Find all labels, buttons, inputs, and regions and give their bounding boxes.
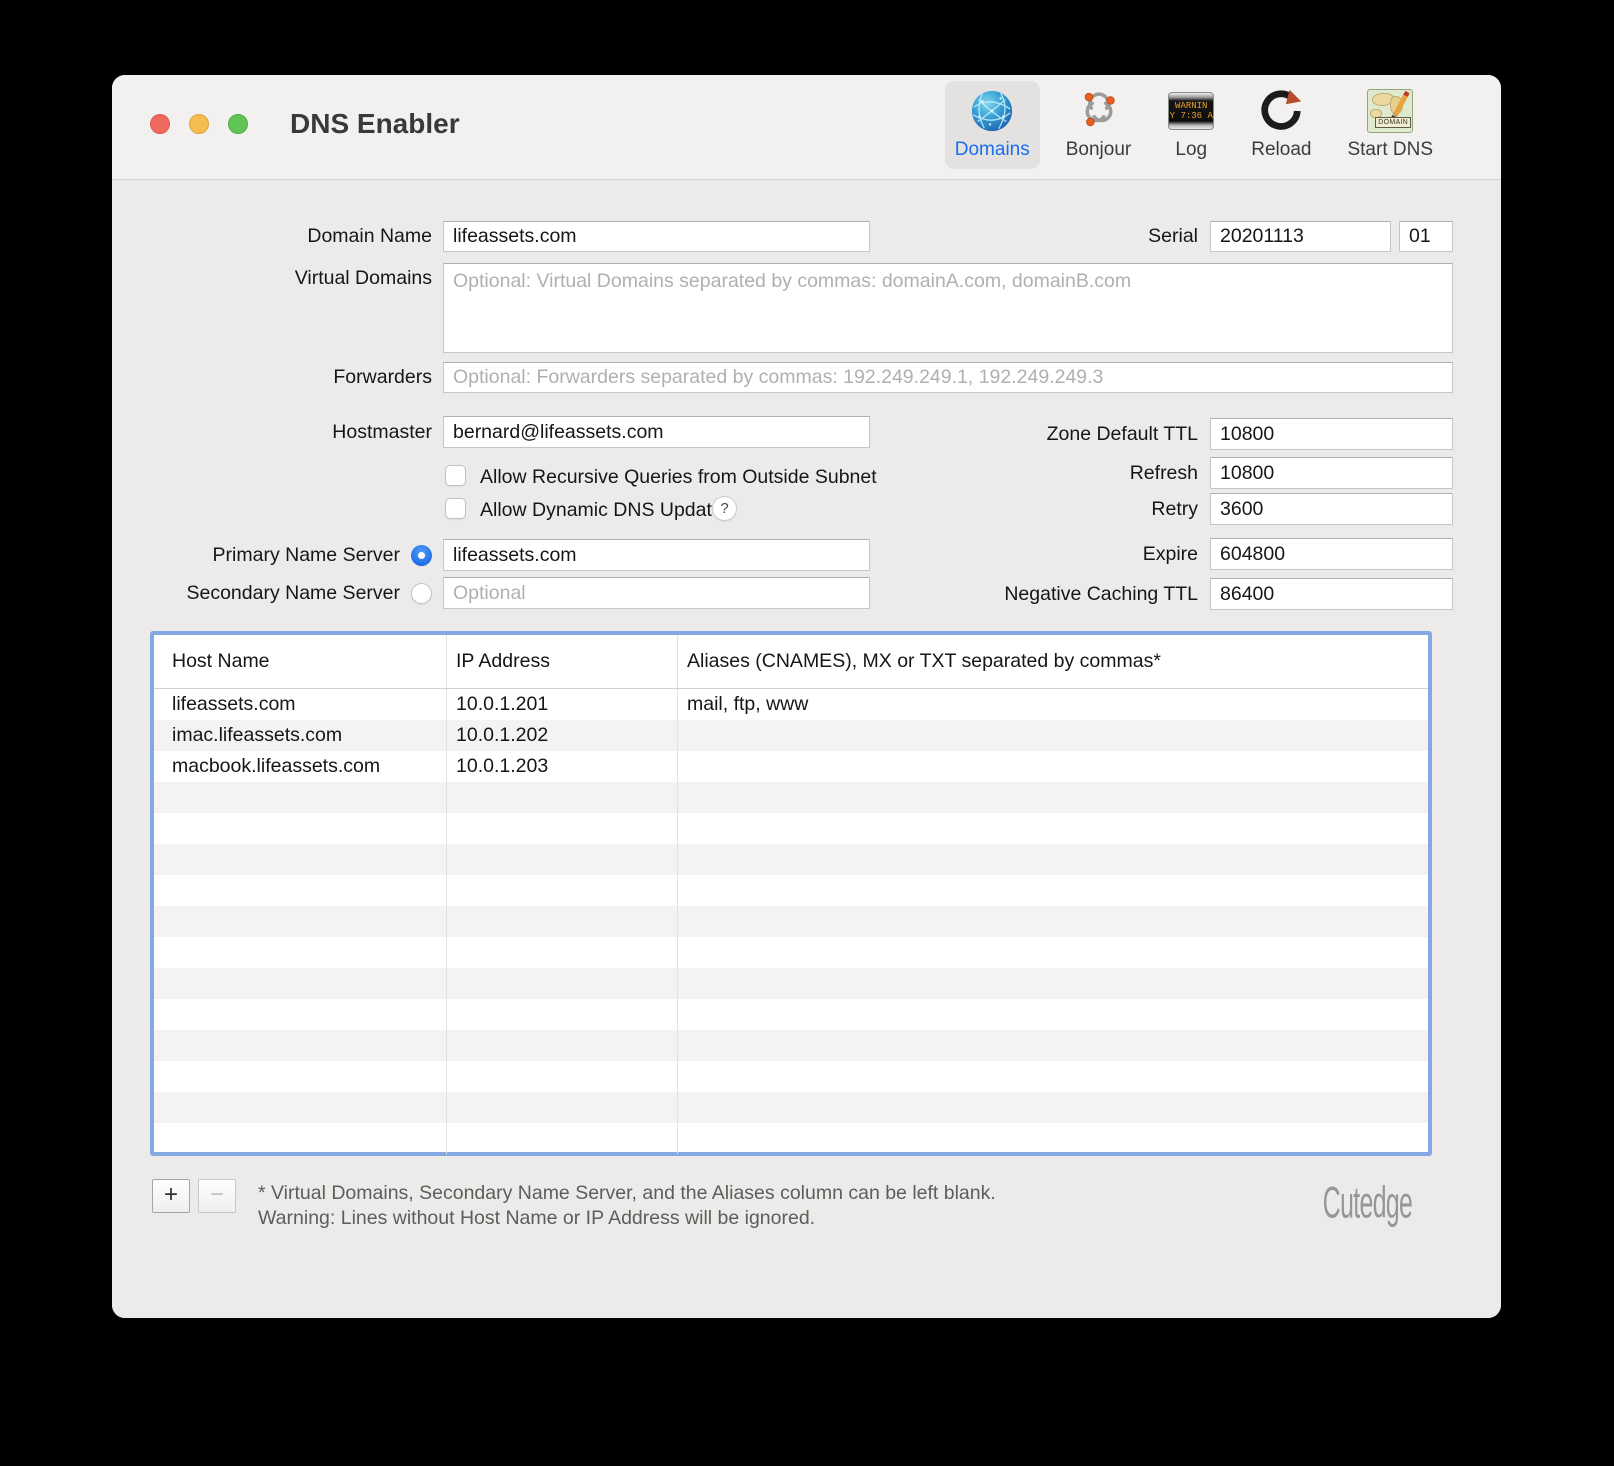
column-header-host-name[interactable]: Host Name: [154, 635, 447, 688]
domains-panel: Domain Name Serial Virtual Domains Forwa…: [112, 181, 1501, 1318]
help-button[interactable]: ?: [712, 496, 737, 521]
host-name-cell[interactable]: lifeassets.com: [154, 689, 447, 720]
minimize-button[interactable]: [189, 114, 209, 134]
refresh-input[interactable]: [1210, 457, 1453, 489]
toolbar-label-bonjour: Bonjour: [1066, 139, 1132, 161]
column-header-ip-address[interactable]: IP Address: [447, 635, 678, 688]
reload-icon: [1257, 88, 1305, 134]
table-row-empty[interactable]: [154, 937, 1428, 968]
primary-ns-label: Primary Name Server: [112, 539, 400, 571]
toolbar: Domains: [945, 81, 1443, 169]
retry-input[interactable]: [1210, 493, 1453, 525]
negative-caching-ttl-label: Negative Caching TTL: [798, 578, 1198, 610]
toolbar-item-start-dns[interactable]: DOMAIN Start DNS: [1337, 81, 1443, 169]
toolbar-item-reload[interactable]: Reload: [1241, 81, 1321, 169]
retry-label: Retry: [798, 493, 1198, 525]
globe-network-icon: [968, 88, 1016, 134]
virtual-domains-label: Virtual Domains: [112, 267, 432, 290]
secondary-ns-label: Secondary Name Server: [112, 577, 400, 609]
serial-input[interactable]: [1210, 221, 1391, 252]
table-row-empty[interactable]: [154, 875, 1428, 906]
hostmaster-label: Hostmaster: [112, 416, 432, 448]
forwarders-input[interactable]: [443, 362, 1453, 393]
table-row-empty[interactable]: [154, 968, 1428, 999]
traffic-lights: [150, 114, 248, 134]
table-row-empty[interactable]: [154, 782, 1428, 813]
hosts-table-header: Host Name IP Address Aliases (CNAMES), M…: [154, 635, 1428, 689]
footnote-line1: * Virtual Domains, Secondary Name Server…: [258, 1181, 996, 1206]
window-title: DNS Enabler: [290, 108, 460, 140]
toolbar-label-log: Log: [1175, 139, 1207, 161]
aliases-cell[interactable]: [678, 720, 1428, 751]
table-row[interactable]: macbook.lifeassets.com 10.0.1.203: [154, 751, 1428, 782]
forwarders-label: Forwarders: [112, 362, 432, 393]
toolbar-label-domains: Domains: [955, 139, 1030, 161]
table-row-empty[interactable]: [154, 906, 1428, 937]
allow-dynamic-checkbox[interactable]: [445, 498, 466, 519]
bonjour-icon: [1075, 88, 1123, 134]
negative-caching-ttl-input[interactable]: [1210, 578, 1453, 610]
dns-enabler-window: DNS Enabler: [112, 75, 1501, 1318]
expire-label: Expire: [798, 538, 1198, 570]
virtual-domains-textarea[interactable]: [443, 263, 1453, 353]
table-row-empty[interactable]: [154, 1030, 1428, 1061]
footnote-line2: Warning: Lines without Host Name or IP A…: [258, 1206, 996, 1231]
hosts-table: Host Name IP Address Aliases (CNAMES), M…: [150, 631, 1432, 1156]
aliases-cell[interactable]: mail, ftp, www: [678, 689, 1428, 720]
ip-address-cell[interactable]: 10.0.1.203: [447, 751, 678, 782]
zone-default-ttl-label: Zone Default TTL: [798, 418, 1198, 450]
primary-ns-radio[interactable]: [411, 545, 432, 566]
table-row-empty[interactable]: [154, 999, 1428, 1030]
ip-address-cell[interactable]: 10.0.1.202: [447, 720, 678, 751]
table-row[interactable]: imac.lifeassets.com 10.0.1.202: [154, 720, 1428, 751]
table-row-empty[interactable]: [154, 1092, 1428, 1123]
add-row-button[interactable]: +: [152, 1179, 190, 1213]
cutedge-logo: Cutedge: [1323, 1178, 1412, 1228]
led-log-icon: WARNIN Y 7:36 A: [1167, 88, 1215, 134]
host-name-cell[interactable]: imac.lifeassets.com: [154, 720, 447, 751]
domain-name-input[interactable]: [443, 221, 870, 252]
hosts-table-rows: lifeassets.com 10.0.1.201 mail, ftp, www…: [154, 689, 1428, 1154]
ip-address-cell[interactable]: 10.0.1.201: [447, 689, 678, 720]
aliases-cell[interactable]: [678, 751, 1428, 782]
table-row-empty[interactable]: [154, 1123, 1428, 1154]
table-row-empty[interactable]: [154, 1061, 1428, 1092]
column-header-aliases[interactable]: Aliases (CNAMES), MX or TXT separated by…: [678, 635, 1428, 688]
toolbar-item-log[interactable]: WARNIN Y 7:36 A Log: [1157, 81, 1225, 169]
toolbar-item-bonjour[interactable]: Bonjour: [1056, 81, 1142, 169]
host-name-cell[interactable]: macbook.lifeassets.com: [154, 751, 447, 782]
allow-recursive-checkbox[interactable]: [445, 465, 466, 486]
expire-input[interactable]: [1210, 538, 1453, 570]
zoom-button[interactable]: [228, 114, 248, 134]
refresh-label: Refresh: [798, 457, 1198, 489]
domain-map-icon: DOMAIN: [1366, 88, 1414, 134]
toolbar-label-reload: Reload: [1251, 139, 1311, 161]
close-button[interactable]: [150, 114, 170, 134]
table-row-empty[interactable]: [154, 813, 1428, 844]
titlebar: DNS Enabler: [112, 75, 1501, 180]
zone-default-ttl-input[interactable]: [1210, 418, 1453, 450]
secondary-ns-radio[interactable]: [411, 583, 432, 604]
toolbar-label-start-dns: Start DNS: [1347, 139, 1433, 161]
remove-row-button[interactable]: −: [198, 1179, 236, 1213]
domain-name-label: Domain Name: [112, 221, 432, 252]
footnote: * Virtual Domains, Secondary Name Server…: [258, 1181, 996, 1231]
table-row-empty[interactable]: [154, 844, 1428, 875]
serial-label: Serial: [998, 221, 1198, 252]
table-row[interactable]: lifeassets.com 10.0.1.201 mail, ftp, www: [154, 689, 1428, 720]
toolbar-item-domains[interactable]: Domains: [945, 81, 1040, 169]
allow-dynamic-label: Allow Dynamic DNS Updates: [480, 499, 733, 522]
serial-suffix-input[interactable]: [1399, 221, 1453, 252]
